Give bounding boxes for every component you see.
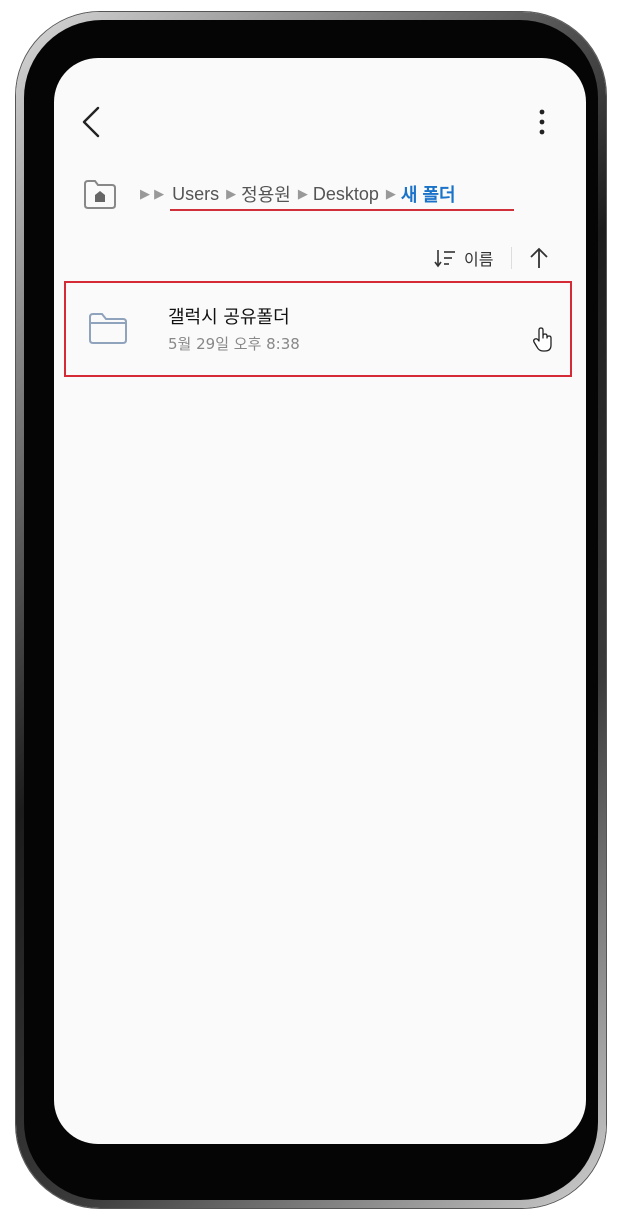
breadcrumb-separator-icon: ▶ ▶ xyxy=(140,186,165,202)
sort-label: 이름 xyxy=(464,250,494,269)
file-date: 5월 29일 오후 8:38 xyxy=(168,335,300,353)
home-folder-icon xyxy=(84,180,116,209)
arrow-up-icon xyxy=(530,247,549,268)
breadcrumb-separator-icon: ▶ xyxy=(297,186,308,202)
sort-by-button[interactable]: 이름 xyxy=(434,246,493,270)
sort-divider xyxy=(511,247,513,269)
phone-bezel: ▶ ▶ Users ▶ 정용원 ▶ Desktop ▶ 새 폴더 이름 갤럭시 … xyxy=(24,20,598,1200)
breadcrumb-item-current[interactable]: 새 폴더 xyxy=(401,181,456,207)
breadcrumb-item-user[interactable]: 정용원 xyxy=(241,181,291,207)
sort-order-button[interactable] xyxy=(528,246,550,270)
list-item-folder[interactable]: 갤럭시 공유폴더 5월 29일 오후 8:38 xyxy=(64,281,572,377)
screen: ▶ ▶ Users ▶ 정용원 ▶ Desktop ▶ 새 폴더 이름 갤럭시 … xyxy=(54,58,586,1144)
breadcrumb-item-users[interactable]: Users xyxy=(172,184,219,205)
hand-pointer-icon xyxy=(533,327,552,352)
breadcrumb: ▶ ▶ Users ▶ 정용원 ▶ Desktop ▶ 새 폴더 xyxy=(82,176,456,212)
file-name: 갤럭시 공유폴더 xyxy=(168,307,290,328)
more-vertical-icon xyxy=(539,109,545,135)
folder-icon xyxy=(89,313,127,344)
breadcrumb-separator-icon: ▶ xyxy=(385,186,396,202)
breadcrumb-item-desktop[interactable]: Desktop xyxy=(313,184,379,205)
chevron-left-icon xyxy=(82,106,100,138)
sort-icon xyxy=(434,250,455,268)
sort-controls: 이름 xyxy=(434,244,550,272)
more-options-button[interactable] xyxy=(532,106,552,138)
home-button[interactable] xyxy=(82,178,118,210)
breadcrumb-separator-icon: ▶ xyxy=(226,186,236,202)
phone-frame: ▶ ▶ Users ▶ 정용원 ▶ Desktop ▶ 새 폴더 이름 갤럭시 … xyxy=(16,12,606,1208)
breadcrumb-highlight xyxy=(170,209,514,211)
back-button[interactable] xyxy=(78,102,106,142)
